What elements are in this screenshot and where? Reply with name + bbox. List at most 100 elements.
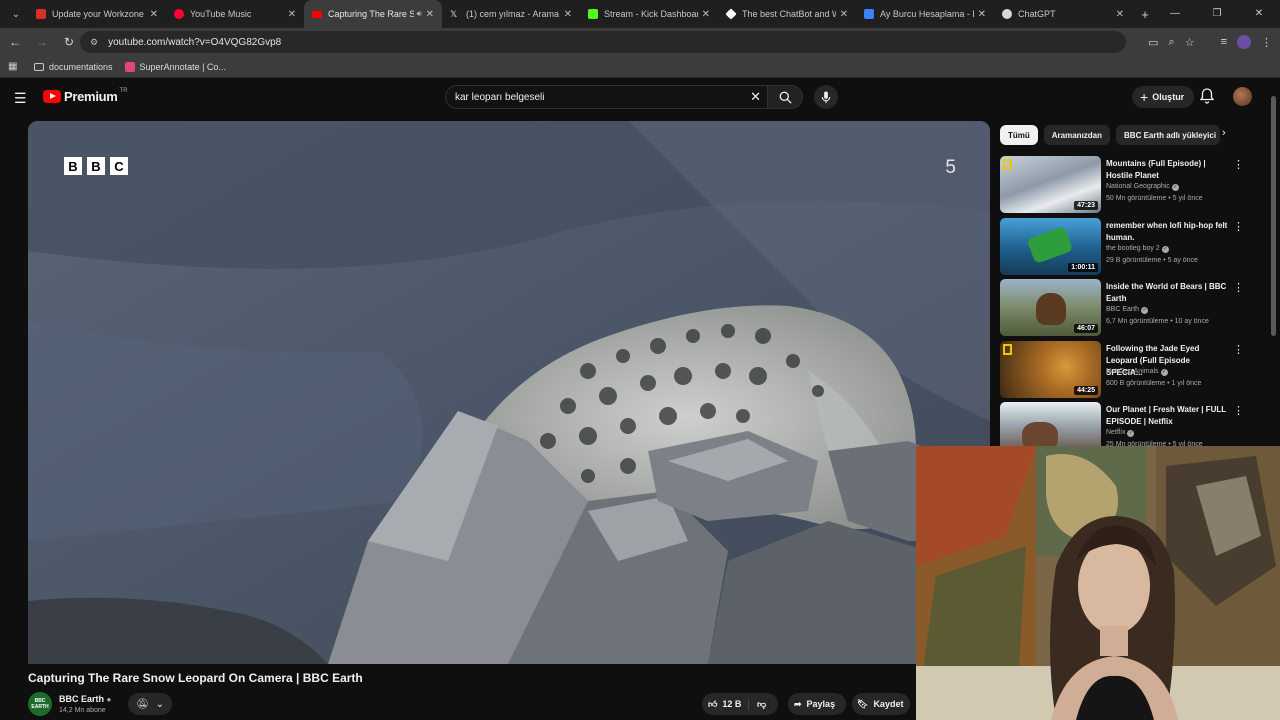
subscriber-count: 14,2 Mn abone — [59, 707, 106, 714]
site-info-icon[interactable]: ⚙︎ — [90, 37, 98, 48]
bookmarks-bar: ▦ documentations SuperAnnotate | Co... — [0, 56, 1280, 78]
bookmark-label: SuperAnnotate | Co... — [139, 61, 226, 72]
recommendation-title[interactable]: Our Planet | Fresh Water | FULL EPISODE … — [1106, 404, 1228, 428]
recommendation-meta: 6,7 Mn görüntüleme • 10 ay önce — [1106, 318, 1209, 325]
recommendation-item[interactable]: 1:00:11 remember when lofi hip-hop felt … — [1000, 218, 1250, 275]
back-arrow-icon[interactable]: ← — [3, 35, 27, 49]
create-button[interactable]: + Oluştur — [1132, 86, 1195, 108]
browser-tab[interactable]: YouTube Music ✕ — [166, 0, 304, 28]
more-options-icon[interactable]: ⋮ — [1233, 220, 1244, 233]
recommendation-meta: 600 B görüntüleme • 1 yıl önce — [1106, 380, 1202, 387]
search-button[interactable] — [767, 85, 803, 109]
chevron-right-icon[interactable]: › — [1222, 127, 1226, 139]
browser-toolbar: ← → ↻ ⚙︎ youtube.com/watch?v=O4VQG82Gvp8… — [0, 28, 1280, 56]
browser-tab[interactable]: Ay Burcu Hesaplama - Hi ✕ — [856, 0, 994, 28]
scrollbar-thumb[interactable] — [1271, 96, 1276, 336]
profile-avatar-icon[interactable] — [1237, 35, 1251, 49]
channel-number-watermark: 5 — [945, 157, 956, 178]
reload-icon[interactable]: ↻ — [57, 35, 81, 49]
speaker-icon[interactable]: 🔊︎ — [417, 9, 422, 19]
chip-from-search[interactable]: Aramanızdan — [1043, 125, 1111, 145]
recommendation-channel[interactable]: the bootleg boy 2 ✓ — [1106, 245, 1169, 253]
chip-channel[interactable]: BBC Earth adlı yükleyici — [1116, 125, 1221, 145]
video-player[interactable]: B B C 5 — [28, 121, 990, 664]
close-icon[interactable]: ✕ — [978, 9, 986, 20]
close-icon[interactable]: ✕ — [564, 9, 572, 20]
save-button[interactable]: 🔖︎ Kaydet — [852, 693, 910, 715]
recommendation-title[interactable]: Inside the World of Bears | BBC Earth — [1106, 281, 1228, 305]
chip-all[interactable]: Tümü — [1000, 125, 1038, 145]
apps-grid-icon[interactable]: ▦ — [8, 61, 22, 72]
zoom-icon[interactable]: ⌕ — [1169, 36, 1175, 49]
hamburger-menu-icon[interactable]: ☰ — [14, 90, 27, 107]
close-icon[interactable]: ✕ — [288, 9, 296, 20]
search-input[interactable]: kar leoparı belgeseli ✕ — [445, 85, 767, 109]
browser-tab[interactable]: Update your Workzone p ✕ — [28, 0, 166, 28]
browser-tab[interactable]: ChatGPT ✕ — [994, 0, 1132, 28]
restore-icon[interactable]: ❐ — [1196, 0, 1238, 28]
video-thumbnail[interactable]: 44:25 — [1000, 341, 1101, 398]
recommendation-item[interactable]: 47:23 Mountains (Full Episode) | Hostile… — [1000, 156, 1250, 213]
tab-search-chevron-icon[interactable]: ⌄ — [4, 3, 28, 25]
recommendation-item[interactable]: 44:25 Following the Jade Eyed Leopard (F… — [1000, 341, 1250, 398]
bookmark-icon: 🔖︎ — [857, 698, 869, 709]
voice-search-button[interactable] — [814, 85, 838, 109]
thumbs-up-icon: 👍︎ — [708, 698, 718, 709]
dislike-button[interactable]: 👎︎ — [749, 699, 766, 710]
channel-name[interactable]: BBC Earth ● — [59, 694, 111, 704]
create-label: Oluştur — [1152, 92, 1185, 102]
natgeo-badge-icon — [1003, 344, 1012, 355]
filter-chips: Tümü Aramanızdan BBC Earth adlı yükleyic… — [1000, 125, 1221, 145]
close-icon[interactable]: ✕ — [702, 9, 710, 20]
bookmark-documentations[interactable]: documentations — [34, 62, 113, 72]
user-avatar[interactable] — [1233, 87, 1252, 106]
tab-title: YouTube Music — [190, 9, 252, 19]
close-icon[interactable]: ✕ — [1116, 9, 1124, 20]
close-window-icon[interactable]: ✕ — [1238, 0, 1280, 28]
youtube-masthead: ☰ Premium TR kar leoparı belgeseli ✕ + O… — [0, 78, 1280, 116]
star-bookmark-icon[interactable]: ☆ — [1185, 36, 1195, 49]
tab-title: ChatGPT — [1018, 9, 1056, 19]
video-duration: 47:23 — [1074, 201, 1098, 210]
more-options-icon[interactable]: ⋮ — [1233, 404, 1244, 417]
browser-tab[interactable]: The best ChatBot and Wr ✕ — [718, 0, 856, 28]
browser-tab[interactable]: Stream - Kick Dashboard ✕ — [580, 0, 718, 28]
verified-badge-icon: ✓ — [1160, 369, 1168, 376]
recommendation-channel[interactable]: BBC Earth ✓ — [1106, 306, 1149, 314]
forward-arrow-icon[interactable]: → — [30, 35, 54, 49]
video-thumbnail[interactable]: 47:23 — [1000, 156, 1101, 213]
more-options-icon[interactable]: ⋮ — [1233, 343, 1244, 356]
browser-tab-active[interactable]: Capturing The Rare Sn 🔊︎ ✕ — [304, 0, 442, 28]
recommendation-item[interactable]: 46:07 Inside the World of Bears | BBC Ea… — [1000, 279, 1250, 336]
close-icon[interactable]: ✕ — [840, 9, 848, 20]
window-controls: — ❐ ✕ — [1154, 0, 1280, 28]
recommendation-channel[interactable]: Nat Geo Animals ✓ — [1106, 368, 1168, 376]
close-icon[interactable]: ✕ — [426, 9, 434, 20]
share-button[interactable]: ➦ Paylaş — [788, 693, 846, 715]
youtube-premium-logo[interactable]: Premium TR — [43, 88, 128, 104]
more-options-icon[interactable]: ⋮ — [1233, 281, 1244, 294]
bbc-letter: C — [110, 157, 128, 175]
more-options-icon[interactable]: ⋮ — [1233, 158, 1244, 171]
video-thumbnail[interactable]: 46:07 — [1000, 279, 1101, 336]
channel-avatar[interactable]: BBC EARTH — [28, 692, 52, 716]
cast-icon[interactable]: ▭ — [1148, 36, 1158, 49]
recommendation-channel[interactable]: Netflix ✓ — [1106, 429, 1135, 437]
subscription-bell-button[interactable]: 🔕︎ ⌄ — [128, 693, 172, 715]
recommendation-channel[interactable]: National Geographic ✓ — [1106, 183, 1179, 191]
recommendation-channel-name: National Geographic — [1106, 183, 1170, 190]
recommendation-title[interactable]: remember when lofi hip-hop felt human. — [1106, 220, 1228, 244]
browser-tab[interactable]: 𝕏 (1) cem yılmaz - Arama / ✕ — [442, 0, 580, 28]
address-bar[interactable]: ⚙︎ youtube.com/watch?v=O4VQG82Gvp8 — [80, 31, 1126, 53]
bookmark-superannotate[interactable]: SuperAnnotate | Co... — [124, 61, 226, 72]
recommendation-title[interactable]: Mountains (Full Episode) | Hostile Plane… — [1106, 158, 1228, 182]
menu-kebab-icon[interactable]: ⋮ — [1261, 36, 1272, 49]
notifications-button[interactable] — [1199, 88, 1215, 109]
page-scrollbar[interactable] — [1270, 88, 1278, 338]
reading-list-icon[interactable]: ≡ — [1221, 36, 1227, 48]
minimize-icon[interactable]: — — [1154, 0, 1196, 28]
video-thumbnail[interactable]: 1:00:11 — [1000, 218, 1101, 275]
like-button[interactable]: 👍︎ 12 B — [702, 698, 749, 710]
clear-search-icon[interactable]: ✕ — [750, 89, 761, 105]
close-icon[interactable]: ✕ — [150, 9, 158, 20]
